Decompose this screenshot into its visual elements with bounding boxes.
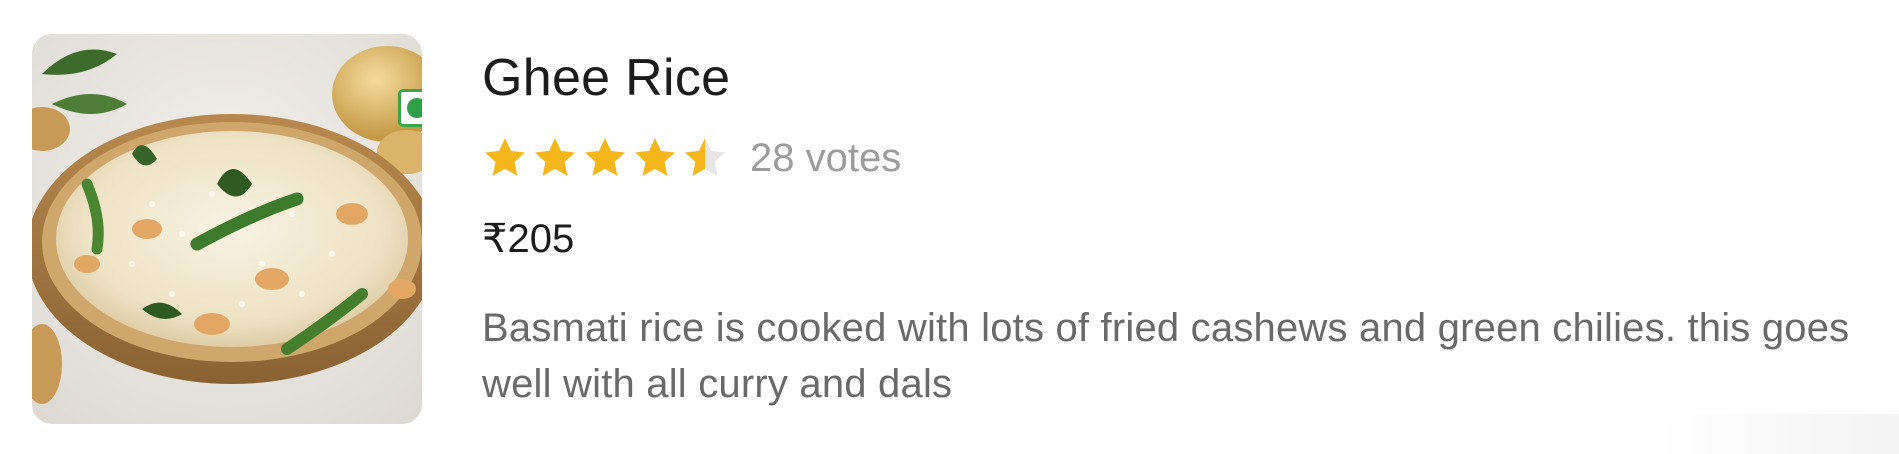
corner-shadow <box>1659 414 1899 454</box>
star-icon <box>635 138 675 176</box>
dish-image[interactable] <box>32 34 422 424</box>
rating-row: 28 votes <box>482 133 901 183</box>
dish-description: Basmati rice is cooked with lots of frie… <box>482 306 1850 406</box>
votes-count: 28 votes <box>750 135 902 180</box>
star-icon <box>685 138 725 176</box>
menu-item-card[interactable]: Ghee Rice 28 votes ₹205 Basmati rice is … <box>0 0 1899 454</box>
star-icon <box>535 138 575 176</box>
star-icon <box>485 138 525 176</box>
ghee-rice-photo <box>32 34 422 424</box>
veg-indicator-icon <box>398 89 422 127</box>
star-icon <box>585 138 625 176</box>
star-rating <box>482 135 728 181</box>
dish-price: ₹205 <box>482 217 575 261</box>
dish-name: Ghee Rice <box>482 49 731 107</box>
veg-dot <box>407 98 422 118</box>
